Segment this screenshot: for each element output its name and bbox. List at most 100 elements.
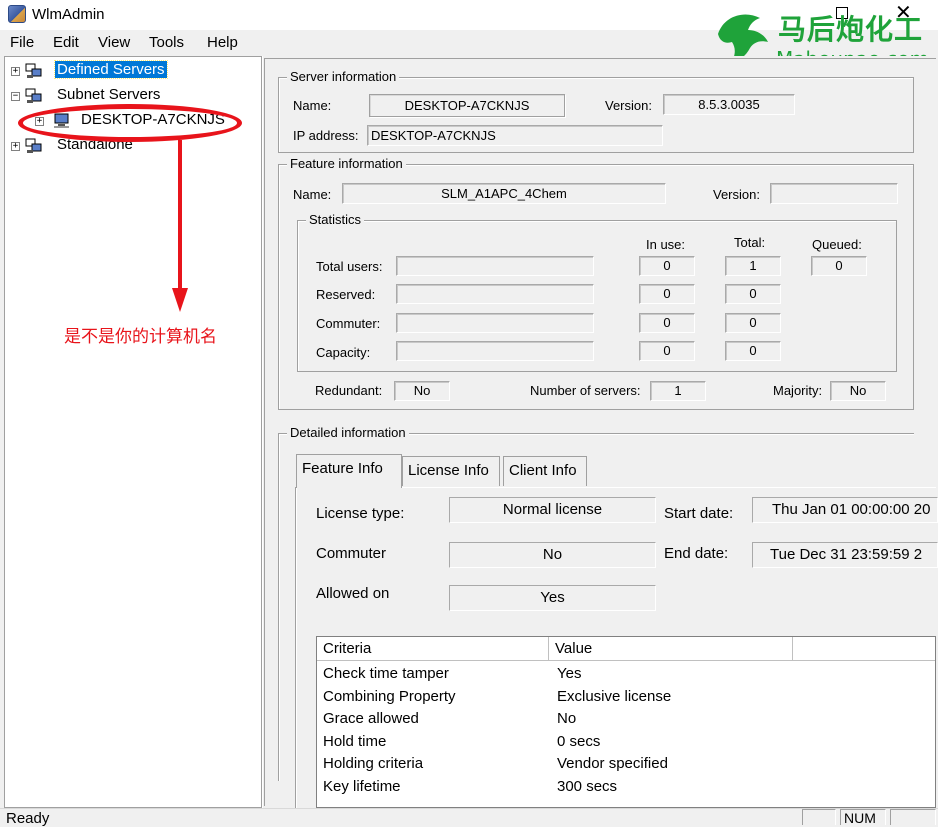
server-icon <box>25 138 42 153</box>
column-header-criteria[interactable]: Criteria <box>317 637 549 661</box>
majority-label: Majority: <box>773 383 823 398</box>
feature-name-label: Name: <box>293 187 332 202</box>
table-row-value[interactable]: Vendor specified <box>557 755 668 772</box>
stat-in-use[interactable]: 0 <box>639 284 695 304</box>
allowed-on-field[interactable]: Yes <box>449 585 656 611</box>
commuter-label: Commuter <box>316 545 387 562</box>
servers-field[interactable]: 1 <box>650 381 706 401</box>
group-title: Detailed information <box>287 425 409 440</box>
stat-row-label: Total users: <box>316 259 383 274</box>
menu-file[interactable]: File <box>10 34 34 51</box>
end-date-label: End date: <box>664 545 729 562</box>
server-name-field[interactable]: DESKTOP-A7CKNJS <box>369 94 565 117</box>
expand-icon[interactable]: + <box>11 67 20 76</box>
feature-info-group: Feature information Name: SLM_A1APC_4Che… <box>278 156 914 410</box>
allowed-on-label: Allowed on <box>316 585 390 602</box>
status-bar: Ready NUM <box>0 808 938 827</box>
group-title: Feature information <box>287 156 406 171</box>
column-header-empty <box>793 637 935 661</box>
arrow-down-icon <box>172 140 188 312</box>
stat-in-use[interactable]: 0 <box>639 256 695 276</box>
stat-total[interactable]: 0 <box>725 341 781 361</box>
tab-feature-info[interactable]: Feature Info <box>296 454 402 488</box>
server-icon <box>25 88 42 103</box>
server-tree[interactable]: + Defined Servers − Subnet Servers + DES… <box>4 56 262 808</box>
stat-bar <box>396 284 594 304</box>
stat-in-use[interactable]: 0 <box>639 313 695 333</box>
total-header: Total: <box>734 235 766 250</box>
start-date-label: Start date: <box>664 505 734 522</box>
tab-client-info[interactable]: Client Info <box>503 456 587 486</box>
stat-row-label: Reserved: <box>316 287 376 302</box>
stat-bar <box>396 313 594 333</box>
stat-total[interactable]: 0 <box>725 284 781 304</box>
statistics-group: Statistics In use: Total: Queued: 0 Tota… <box>297 212 897 372</box>
license-type-field[interactable]: Normal license <box>449 497 656 523</box>
feature-name-field[interactable]: SLM_A1APC_4Chem <box>342 183 666 204</box>
tab-license-info[interactable]: License Info <box>402 456 500 486</box>
table-row-criteria[interactable]: Check time tamper <box>323 665 449 682</box>
status-cell-scroll <box>890 809 936 825</box>
table-row-criteria[interactable]: Hold time <box>323 733 386 750</box>
status-text: Ready <box>6 810 50 827</box>
status-cell-caps <box>802 809 836 825</box>
expand-icon[interactable]: + <box>11 142 20 151</box>
table-row-value[interactable]: Exclusive license <box>557 688 671 705</box>
group-title: Server information <box>287 69 400 84</box>
majority-field[interactable]: No <box>830 381 886 401</box>
ip-label: IP address: <box>293 128 359 143</box>
stat-row-label: Capacity: <box>316 345 371 360</box>
table-row-value[interactable]: No <box>557 710 576 727</box>
menu-view[interactable]: View <box>98 34 130 51</box>
end-date-field[interactable]: Tue Dec 31 23:59:59 2 <box>752 542 938 568</box>
table-row-criteria[interactable]: Combining Property <box>323 688 456 705</box>
highlight-ellipse <box>18 104 242 142</box>
collapse-icon[interactable]: − <box>11 92 20 101</box>
redundant-field[interactable]: No <box>394 381 450 401</box>
tab-strip: Feature Info License Info Client Info <box>296 454 596 488</box>
table-row-value[interactable]: 0 secs <box>557 733 600 750</box>
status-num: NUM <box>840 809 886 826</box>
in-use-header: In use: <box>646 237 686 252</box>
tree-item-label: Defined Servers <box>54 60 168 79</box>
column-header-value[interactable]: Value <box>549 637 793 661</box>
table-row-value[interactable]: 300 secs <box>557 778 617 795</box>
redundant-label: Redundant: <box>315 383 383 398</box>
ip-field[interactable]: DESKTOP-A7CKNJS <box>367 125 663 146</box>
stat-bar <box>396 256 594 276</box>
table-row-criteria[interactable]: Key lifetime <box>323 778 401 795</box>
stat-bar <box>396 341 594 361</box>
group-title: Statistics <box>306 212 365 227</box>
menu-bar: File Edit View Tools Help <box>0 30 700 56</box>
feature-version-field[interactable] <box>770 183 898 204</box>
table-row-criteria[interactable]: Grace allowed <box>323 710 419 727</box>
feature-version-label: Version: <box>713 187 760 202</box>
license-type-label: License type: <box>316 505 405 522</box>
window-title: WlmAdmin <box>32 6 105 23</box>
server-version-field[interactable]: 8.5.3.0035 <box>663 94 795 115</box>
queued-header: Queued: <box>812 237 862 252</box>
annotation-text: 是不是你的计算机名 <box>64 327 217 347</box>
server-info-group: Server information Name: DESKTOP-A7CKNJS… <box>278 69 914 153</box>
app-icon <box>8 5 26 23</box>
stat-row-label: Commuter: <box>316 316 381 331</box>
menu-tools[interactable]: Tools <box>149 34 184 51</box>
servers-label: Number of servers: <box>530 383 641 398</box>
server-icon <box>25 63 42 78</box>
criteria-table[interactable]: Criteria Value Check time tamper Yes Com… <box>316 636 936 808</box>
name-label: Name: <box>293 98 332 113</box>
tree-item-defined-servers[interactable]: + Defined Servers <box>11 60 211 83</box>
stat-in-use[interactable]: 0 <box>639 341 695 361</box>
table-row-value[interactable]: Yes <box>557 665 581 682</box>
commuter-field[interactable]: No <box>449 542 656 568</box>
tree-item-label: Subnet Servers <box>57 86 161 103</box>
table-row-criteria[interactable]: Holding criteria <box>323 755 423 772</box>
menu-edit[interactable]: Edit <box>53 34 79 51</box>
start-date-field[interactable]: Thu Jan 01 00:00:00 20 <box>752 497 938 523</box>
version-label: Version: <box>605 98 652 113</box>
queued-field[interactable]: 0 <box>811 256 867 276</box>
stat-total[interactable]: 1 <box>725 256 781 276</box>
stat-total[interactable]: 0 <box>725 313 781 333</box>
watermark-chinese: 马后炮化工 <box>778 13 924 46</box>
menu-help[interactable]: Help <box>207 34 238 51</box>
